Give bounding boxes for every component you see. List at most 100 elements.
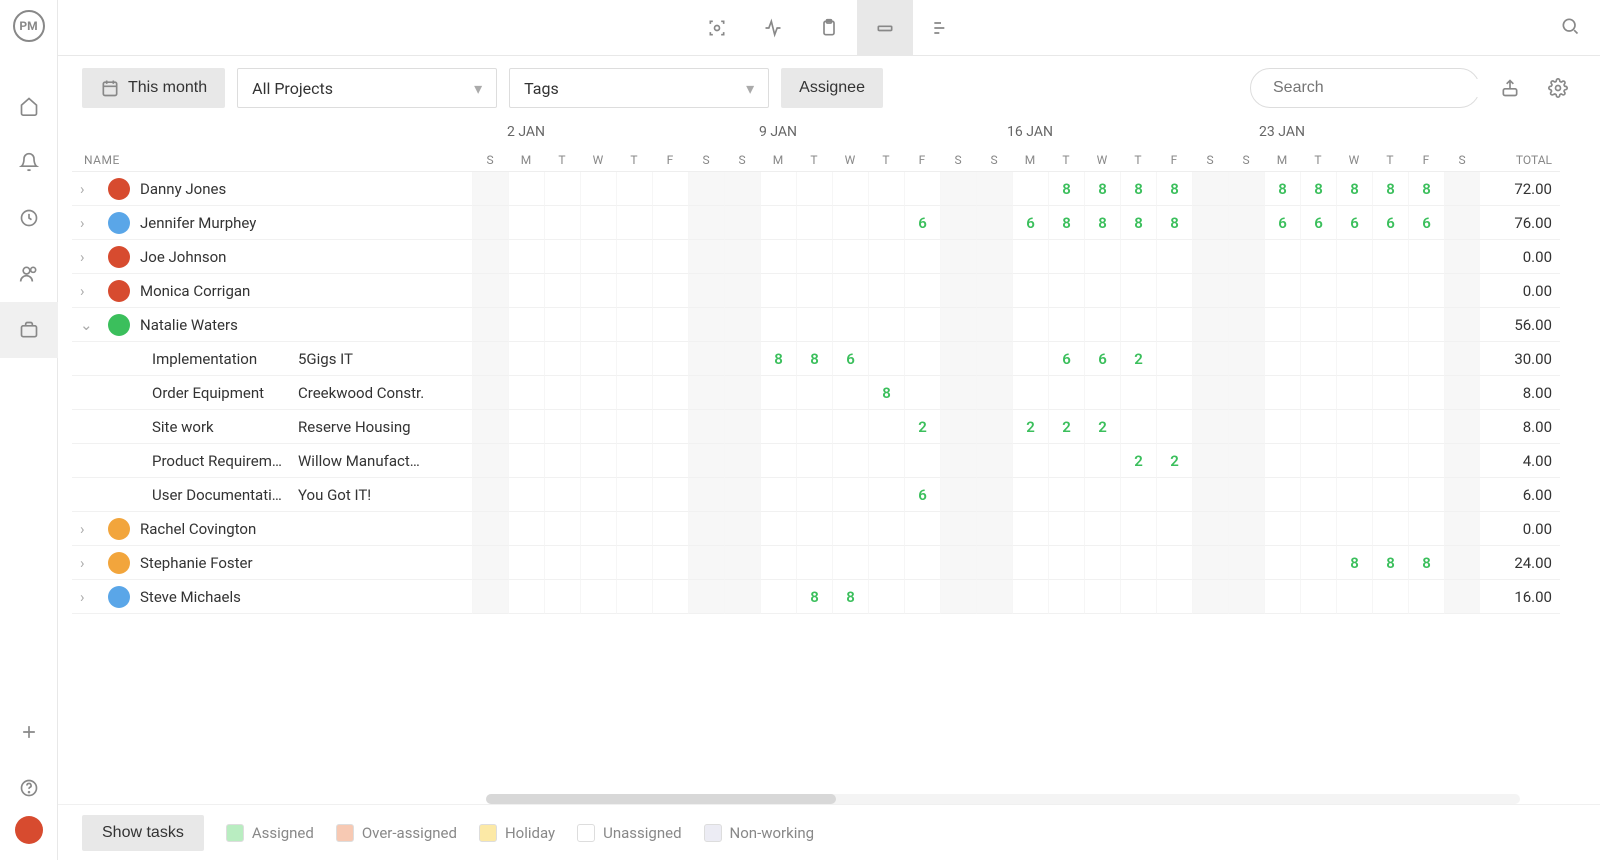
day-cell[interactable] (1048, 240, 1084, 274)
day-cell[interactable] (832, 546, 868, 580)
chevron-right-icon[interactable]: › (80, 214, 98, 232)
day-cell[interactable] (508, 512, 544, 546)
day-cell[interactable] (1300, 410, 1336, 444)
clock-icon[interactable] (0, 190, 58, 246)
day-cell[interactable] (1156, 580, 1192, 614)
day-cell[interactable] (1300, 274, 1336, 308)
day-cell[interactable] (1012, 580, 1048, 614)
day-cell[interactable] (1372, 274, 1408, 308)
day-cell[interactable] (616, 240, 652, 274)
day-cell[interactable] (1156, 512, 1192, 546)
day-cell[interactable] (868, 308, 904, 342)
day-cell[interactable] (1408, 444, 1444, 478)
day-cell[interactable] (760, 308, 796, 342)
day-cell[interactable] (1264, 342, 1300, 376)
day-cell[interactable]: 8 (1048, 172, 1084, 206)
day-cell[interactable] (724, 376, 760, 410)
day-cell[interactable] (1012, 308, 1048, 342)
day-cell[interactable] (688, 546, 724, 580)
day-cell[interactable] (688, 410, 724, 444)
day-cell[interactable] (1336, 342, 1372, 376)
day-cell[interactable] (544, 478, 580, 512)
day-cell[interactable] (1048, 546, 1084, 580)
day-cell[interactable] (1084, 240, 1120, 274)
day-cell[interactable] (1408, 580, 1444, 614)
day-cell[interactable] (940, 512, 976, 546)
day-cell[interactable]: 2 (904, 410, 940, 444)
day-cell[interactable] (832, 478, 868, 512)
search-field[interactable] (1250, 68, 1480, 108)
day-cell[interactable]: 8 (1300, 172, 1336, 206)
day-cell[interactable]: 2 (1012, 410, 1048, 444)
day-cell[interactable] (1444, 376, 1480, 410)
day-cell[interactable] (760, 580, 796, 614)
day-cell[interactable] (760, 376, 796, 410)
task-row-name[interactable]: Site workReserve Housing (72, 410, 472, 444)
day-cell[interactable] (904, 546, 940, 580)
day-cell[interactable] (976, 546, 1012, 580)
day-cell[interactable] (544, 512, 580, 546)
user-avatar[interactable] (15, 816, 43, 844)
day-cell[interactable]: 6 (1408, 206, 1444, 240)
day-cell[interactable]: 8 (1336, 172, 1372, 206)
day-cell[interactable] (1012, 546, 1048, 580)
day-cell[interactable] (976, 308, 1012, 342)
day-cell[interactable] (904, 274, 940, 308)
day-cell[interactable] (1084, 444, 1120, 478)
day-cell[interactable] (832, 410, 868, 444)
day-cell[interactable] (796, 206, 832, 240)
day-cell[interactable]: 8 (1048, 206, 1084, 240)
tab-scan-icon[interactable] (689, 0, 745, 56)
day-cell[interactable] (652, 512, 688, 546)
day-cell[interactable] (940, 478, 976, 512)
day-cell[interactable] (1300, 580, 1336, 614)
day-cell[interactable] (868, 240, 904, 274)
day-cell[interactable]: 8 (760, 342, 796, 376)
day-cell[interactable]: 8 (1120, 206, 1156, 240)
day-cell[interactable] (1444, 478, 1480, 512)
day-cell[interactable] (940, 546, 976, 580)
day-cell[interactable] (688, 376, 724, 410)
day-cell[interactable] (724, 410, 760, 444)
day-cell[interactable] (796, 444, 832, 478)
day-cell[interactable] (1120, 546, 1156, 580)
day-cell[interactable] (868, 444, 904, 478)
day-cell[interactable] (724, 274, 760, 308)
day-cell[interactable] (652, 410, 688, 444)
day-cell[interactable] (1048, 444, 1084, 478)
day-cell[interactable] (796, 274, 832, 308)
day-cell[interactable] (1444, 206, 1480, 240)
day-cell[interactable] (832, 308, 868, 342)
day-cell[interactable] (1192, 172, 1228, 206)
day-cell[interactable] (976, 206, 1012, 240)
day-cell[interactable] (1444, 342, 1480, 376)
day-cell[interactable]: 2 (1120, 342, 1156, 376)
day-cell[interactable] (1408, 274, 1444, 308)
day-cell[interactable] (760, 512, 796, 546)
day-cell[interactable] (832, 172, 868, 206)
day-cell[interactable] (1372, 478, 1408, 512)
day-cell[interactable] (868, 274, 904, 308)
day-cell[interactable] (1048, 308, 1084, 342)
day-cell[interactable] (724, 240, 760, 274)
day-cell[interactable] (868, 410, 904, 444)
day-cell[interactable] (616, 274, 652, 308)
day-cell[interactable] (1048, 376, 1084, 410)
chevron-right-icon[interactable]: › (80, 554, 98, 572)
day-cell[interactable] (1192, 274, 1228, 308)
day-cell[interactable] (688, 240, 724, 274)
day-cell[interactable] (1264, 274, 1300, 308)
tags-select[interactable]: Tags ▾ (509, 68, 769, 108)
day-cell[interactable] (1192, 376, 1228, 410)
day-cell[interactable] (1264, 410, 1300, 444)
day-cell[interactable] (472, 274, 508, 308)
person-row-name[interactable]: ›Rachel Covington (72, 512, 472, 546)
day-cell[interactable] (1156, 546, 1192, 580)
day-cell[interactable]: 8 (1120, 172, 1156, 206)
day-cell[interactable] (1228, 478, 1264, 512)
day-cell[interactable]: 6 (832, 342, 868, 376)
day-cell[interactable] (472, 546, 508, 580)
show-tasks-button[interactable]: Show tasks (82, 815, 204, 851)
day-cell[interactable] (1408, 240, 1444, 274)
day-cell[interactable] (724, 444, 760, 478)
